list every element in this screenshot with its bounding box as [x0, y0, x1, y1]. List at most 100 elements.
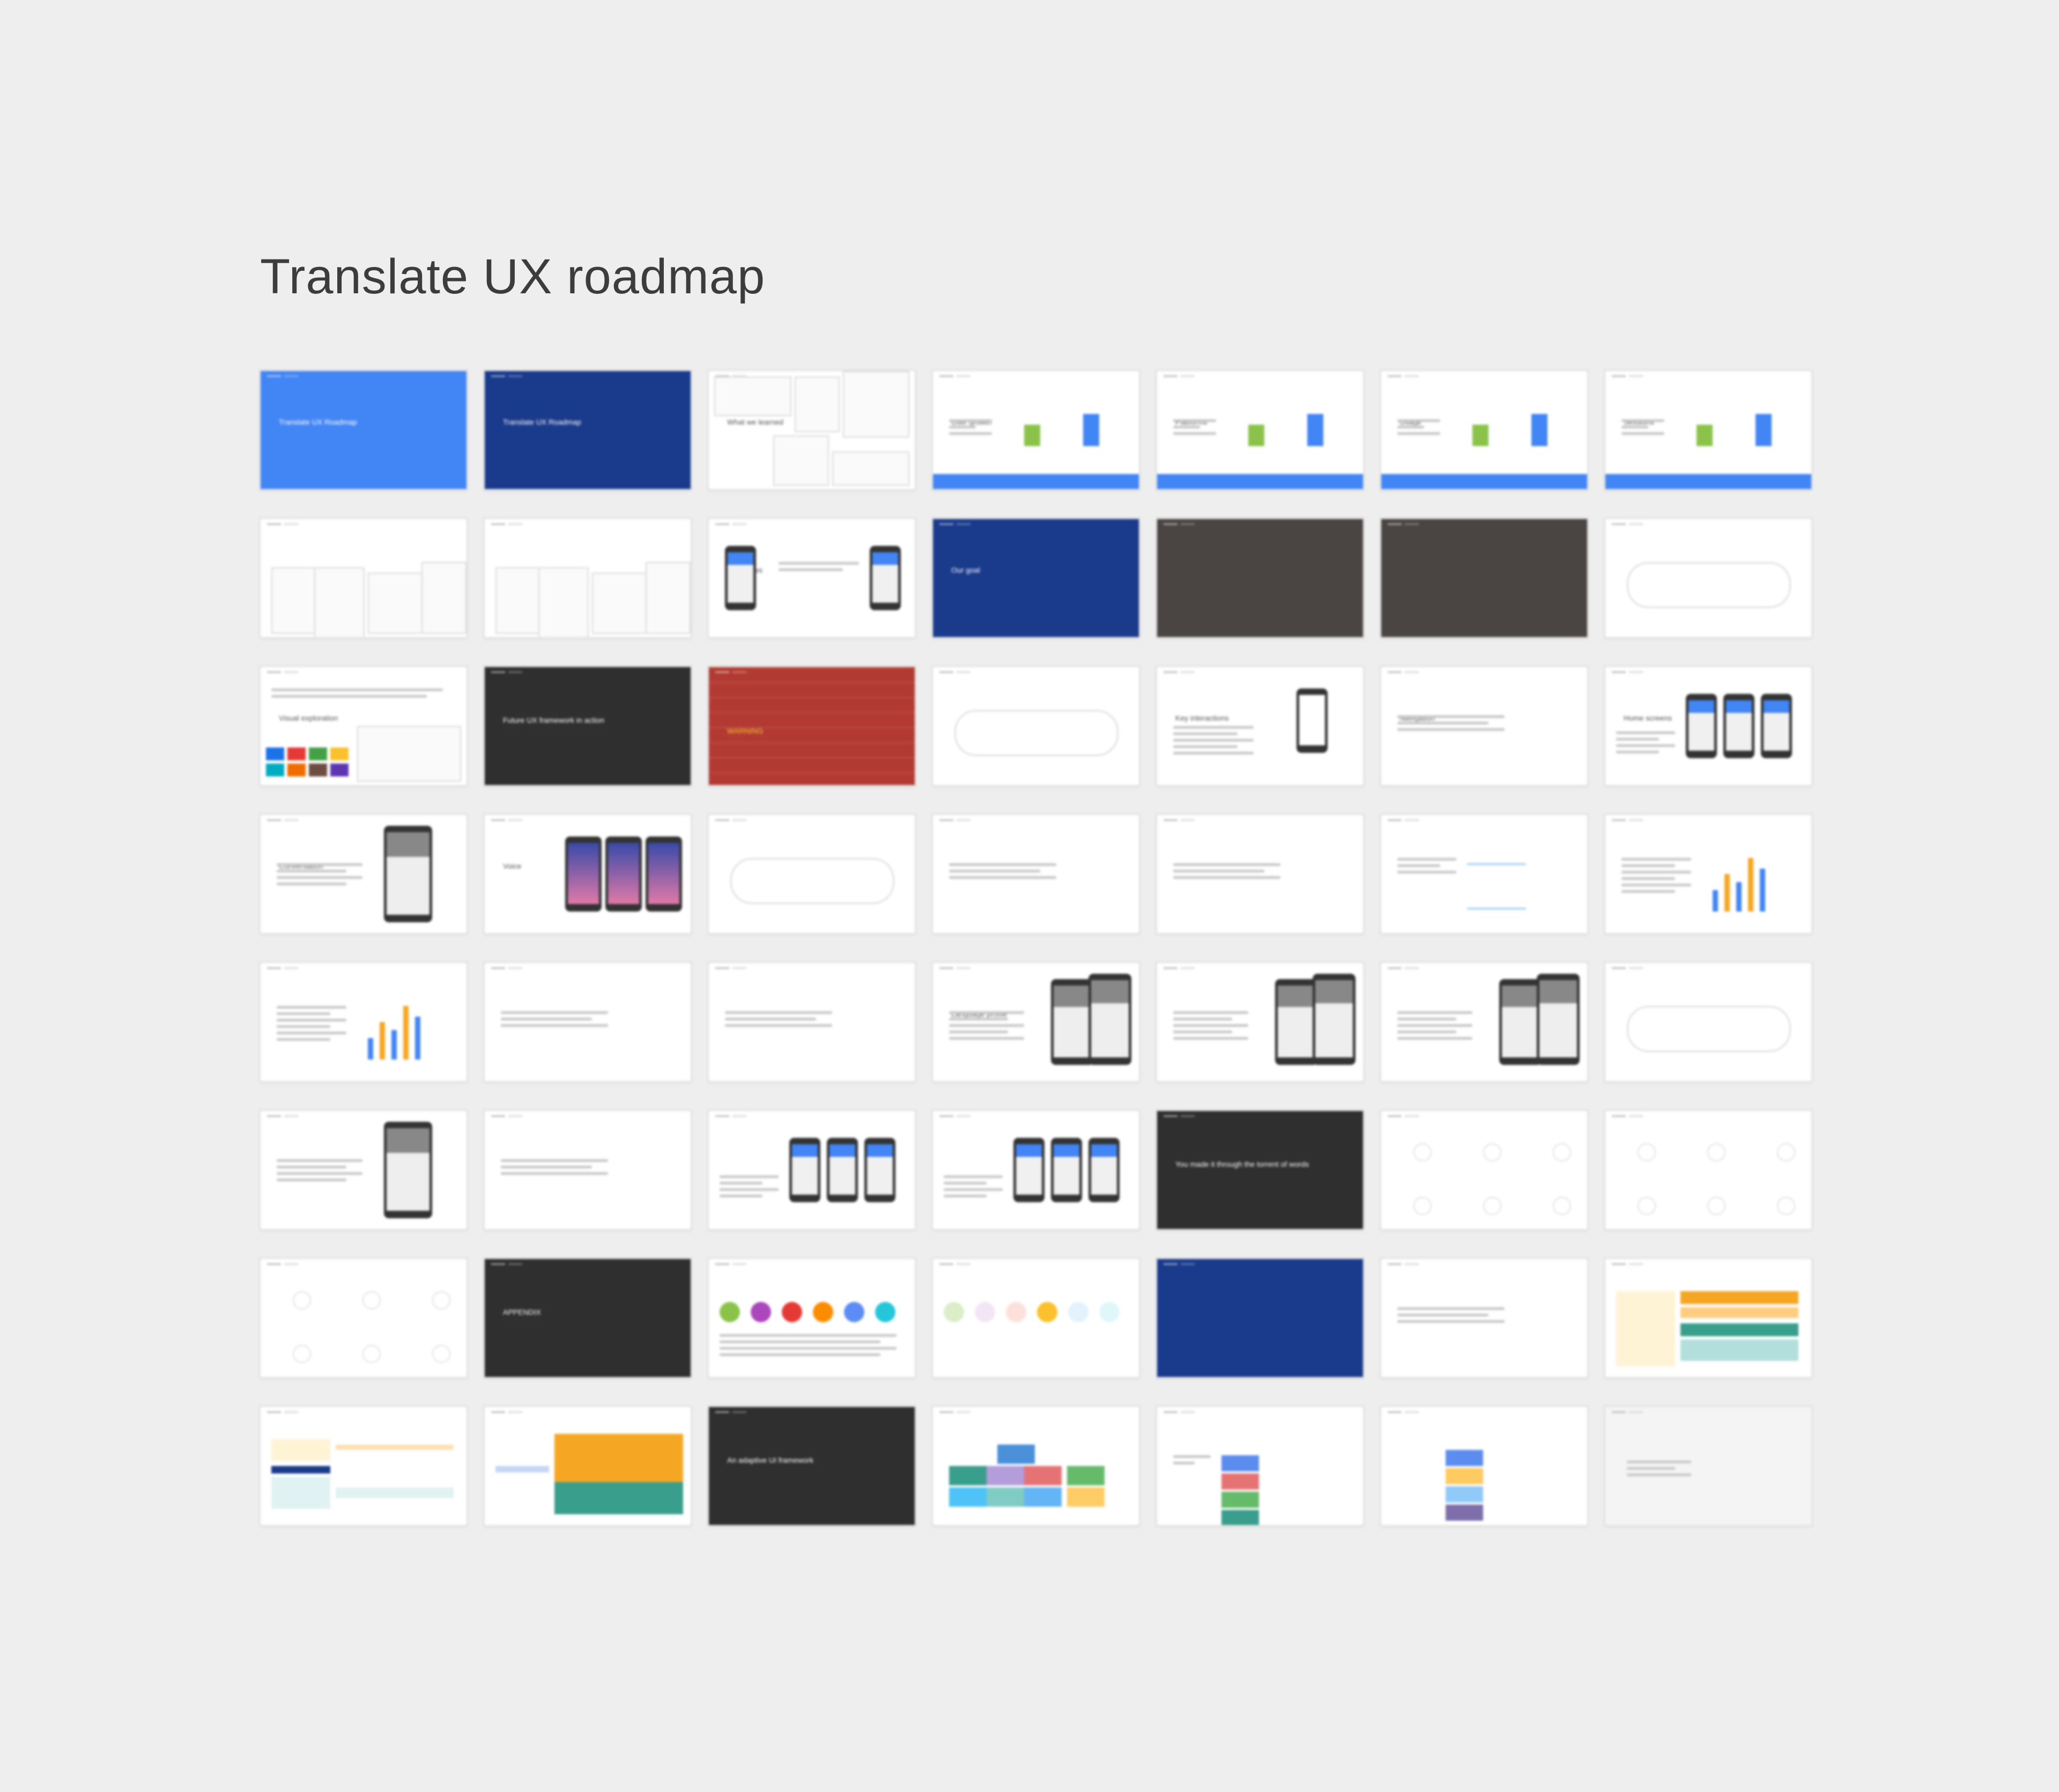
slide-thumbnail[interactable] — [933, 1259, 1139, 1377]
slide-logo — [267, 671, 298, 673]
slide-thumbnail[interactable] — [1605, 1259, 1811, 1377]
slide-thumbnail[interactable]: Conversation — [261, 815, 466, 933]
text-line — [1397, 1320, 1505, 1323]
slide-thumbnail[interactable] — [1605, 519, 1811, 637]
slide-thumbnail[interactable] — [933, 1407, 1139, 1525]
slide-logo — [715, 819, 746, 821]
color-dot — [751, 1302, 771, 1322]
slide-heading: An adaptive UI framework — [727, 1456, 814, 1464]
slide-thumbnail[interactable] — [261, 1259, 466, 1377]
text-line — [1397, 1307, 1505, 1310]
text-line — [1173, 426, 1200, 428]
swatch — [309, 764, 327, 776]
slide-thumbnail[interactable] — [485, 1111, 691, 1229]
mosaic-cell — [987, 1466, 1024, 1485]
slide-thumbnail[interactable] — [933, 667, 1139, 785]
text-line — [1173, 739, 1254, 742]
slide-thumbnail[interactable]: Our goal — [933, 519, 1139, 637]
color-dot — [782, 1302, 802, 1322]
text-line — [949, 426, 976, 428]
slide-thumbnail[interactable]: Future UX framework in action — [485, 667, 691, 785]
slide-logo — [1388, 671, 1419, 673]
stripe — [709, 712, 915, 713]
slide-thumbnail[interactable] — [1605, 815, 1811, 933]
slide-thumbnail[interactable] — [709, 1259, 915, 1377]
color-dot — [1068, 1302, 1088, 1322]
slide-thumbnail[interactable]: Platforms — [1157, 371, 1363, 489]
slide-thumbnail[interactable]: Key interactions — [1157, 667, 1363, 785]
stripe — [709, 772, 915, 773]
table-cell — [271, 1466, 330, 1473]
screenshot — [773, 435, 829, 486]
slide-thumbnail[interactable] — [1381, 519, 1587, 637]
slide-thumbnail[interactable]: APPENDIX — [485, 1259, 691, 1377]
text-line — [501, 1011, 608, 1014]
flow-curve — [954, 710, 1119, 756]
slide-logo — [491, 1115, 522, 1117]
slide-thumbnail[interactable] — [1381, 815, 1587, 933]
slide-thumbnail[interactable] — [1157, 815, 1363, 933]
slide-thumbnail[interactable]: Translate UX Roadmap — [261, 371, 466, 489]
slide-thumbnail[interactable]: WARNING — [709, 667, 915, 785]
slide-thumbnail[interactable]: Language profile — [933, 963, 1139, 1081]
text-line — [949, 876, 1056, 879]
slide-thumbnail[interactable]: Visual exploration — [261, 667, 466, 785]
bar — [1472, 425, 1488, 446]
slide-thumbnail[interactable] — [1381, 1407, 1587, 1525]
slide-logo — [939, 819, 971, 821]
text-line — [720, 1175, 779, 1178]
slide-logo — [1612, 819, 1643, 821]
slide-thumbnail[interactable] — [709, 815, 915, 933]
text-line — [1627, 1461, 1691, 1463]
slide-logo — [1612, 375, 1643, 377]
text-line — [720, 1347, 897, 1350]
slide-thumbnail[interactable]: An adaptive UI framework — [709, 1407, 915, 1525]
slide-thumbnail[interactable]: Home screens — [1605, 667, 1811, 785]
slide-thumbnail[interactable] — [933, 815, 1139, 933]
slide-thumbnail[interactable] — [1157, 519, 1363, 637]
slide-thumbnail[interactable] — [1381, 963, 1587, 1081]
slide-thumbnail[interactable]: Core flows — [709, 519, 915, 637]
text-line — [1397, 432, 1440, 435]
slide-thumbnail[interactable] — [1157, 1259, 1363, 1377]
slide-thumbnail[interactable]: Navigation — [1381, 667, 1587, 785]
slide-logo — [491, 1411, 522, 1413]
slide-logo — [491, 819, 522, 821]
slide-thumbnail[interactable] — [485, 963, 691, 1081]
slide-thumbnail[interactable]: Usage — [1381, 371, 1587, 489]
color-dot — [1099, 1302, 1120, 1322]
slide-thumbnail[interactable] — [933, 1111, 1139, 1229]
slide-thumbnail[interactable]: Translate today — [261, 519, 466, 637]
slide-thumbnail[interactable] — [261, 1407, 466, 1525]
slide-thumbnail[interactable] — [1157, 963, 1363, 1081]
slide-thumbnail[interactable] — [1605, 1111, 1811, 1229]
slide-thumbnail[interactable]: Translate today — [485, 519, 691, 637]
text-line — [277, 876, 362, 879]
slide-thumbnail[interactable] — [1381, 1111, 1587, 1229]
slide-thumbnail[interactable] — [709, 1111, 915, 1229]
phone — [1313, 974, 1356, 1065]
node — [1553, 1197, 1571, 1215]
slide-thumbnail[interactable] — [261, 963, 466, 1081]
slide-thumbnail[interactable]: What we learned — [709, 371, 915, 489]
slide-logo — [267, 967, 298, 969]
slide-thumbnail[interactable] — [1605, 963, 1811, 1081]
slide-thumbnail[interactable] — [1157, 1407, 1363, 1525]
slide-logo — [267, 1263, 298, 1265]
text-line — [779, 568, 843, 571]
swatch — [287, 764, 306, 776]
stripe — [709, 697, 915, 698]
bar — [368, 1038, 373, 1060]
slide-thumbnail[interactable]: You made it through the torrent of words — [1157, 1111, 1363, 1229]
slide-thumbnail[interactable] — [1605, 1407, 1811, 1525]
slide-thumbnail[interactable] — [485, 1407, 691, 1525]
slide-thumbnail[interactable]: Translate UX Roadmap — [485, 371, 691, 489]
stripe — [709, 757, 915, 758]
node — [432, 1291, 450, 1309]
slide-thumbnail[interactable]: Voice — [485, 815, 691, 933]
slide-thumbnail[interactable]: Sessions — [1605, 371, 1811, 489]
slide-thumbnail[interactable] — [261, 1111, 466, 1229]
slide-thumbnail[interactable] — [1381, 1259, 1587, 1377]
slide-thumbnail[interactable] — [709, 963, 915, 1081]
slide-thumbnail[interactable]: User growth — [933, 371, 1139, 489]
